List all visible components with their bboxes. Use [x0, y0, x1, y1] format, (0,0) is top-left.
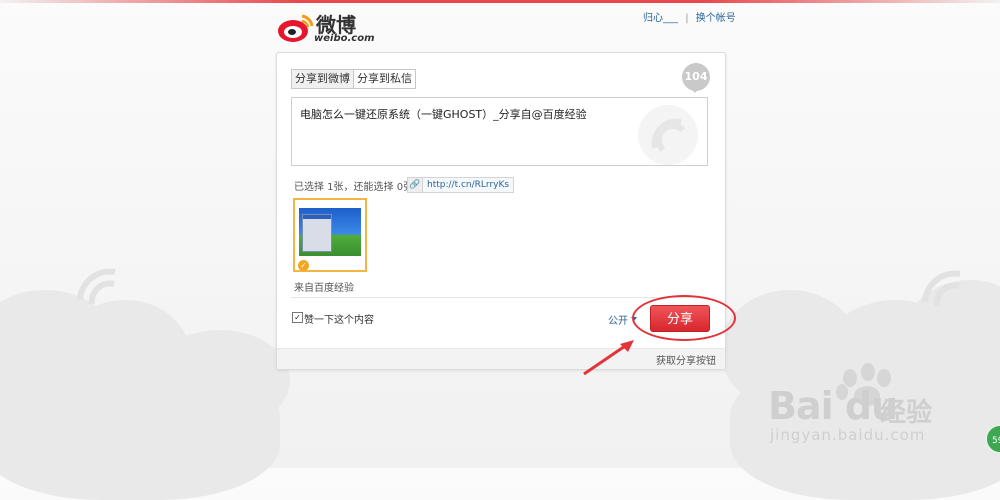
link-icon: 🔗 [407, 177, 423, 193]
get-share-button-link[interactable]: 获取分享按钮 [656, 352, 716, 367]
char-counter-tail [690, 88, 700, 93]
top-accent-line [0, 0, 1000, 3]
tab-share-to-weibo[interactable]: 分享到微博 [292, 70, 354, 88]
thumbnail-window [302, 214, 332, 252]
weibo-wave-icon-right [922, 270, 961, 307]
weibo-wave-icon-left [77, 268, 116, 305]
share-text: 电脑怎么一键还原系统（一键GHOST）_分享自@百度经验 [300, 108, 587, 121]
weibo-watermark-icon [638, 105, 698, 165]
short-link[interactable]: http://t.cn/RLrryKs [422, 177, 515, 193]
image-source-label: 来自百度经验 [294, 283, 354, 294]
baidu-url-text: jingyan.baidu.com [770, 426, 926, 444]
baidu-jingyan-text: 经验 [880, 398, 933, 428]
switch-account-link[interactable]: 换个帐号 [696, 13, 736, 24]
share-text-input[interactable]: 电脑怎么一键还原系统（一键GHOST）_分享自@百度经验 [291, 97, 708, 166]
divider [291, 297, 709, 298]
annotation-arrow-icon [583, 340, 634, 376]
selected-image-thumbnail[interactable]: ✓ [293, 198, 367, 272]
link-separator: | [685, 13, 689, 24]
user-name-link[interactable]: 归心___ [643, 13, 678, 24]
checkmark-icon: ✓ [298, 260, 309, 271]
weibo-logo-domain: weibo.com [314, 33, 375, 44]
share-tabs: 分享到微博 分享到私信 [291, 69, 416, 89]
char-counter: 104 [682, 63, 710, 91]
account-links: 归心___ | 换个帐号 [643, 9, 740, 24]
like-checkbox-label: 赞一下这个内容 [304, 315, 374, 326]
like-checkbox[interactable]: ✓ [292, 312, 303, 323]
image-selection-info: 已选择 1张，还能选择 0张 [294, 182, 414, 193]
thumbnail-screenshot [299, 208, 361, 256]
visibility-dropdown[interactable]: 公开 [608, 312, 628, 327]
highlight-ellipse [632, 295, 736, 341]
baidu-brand-text: Bai du [768, 384, 898, 428]
tab-share-to-private-message[interactable]: 分享到私信 [354, 70, 415, 88]
